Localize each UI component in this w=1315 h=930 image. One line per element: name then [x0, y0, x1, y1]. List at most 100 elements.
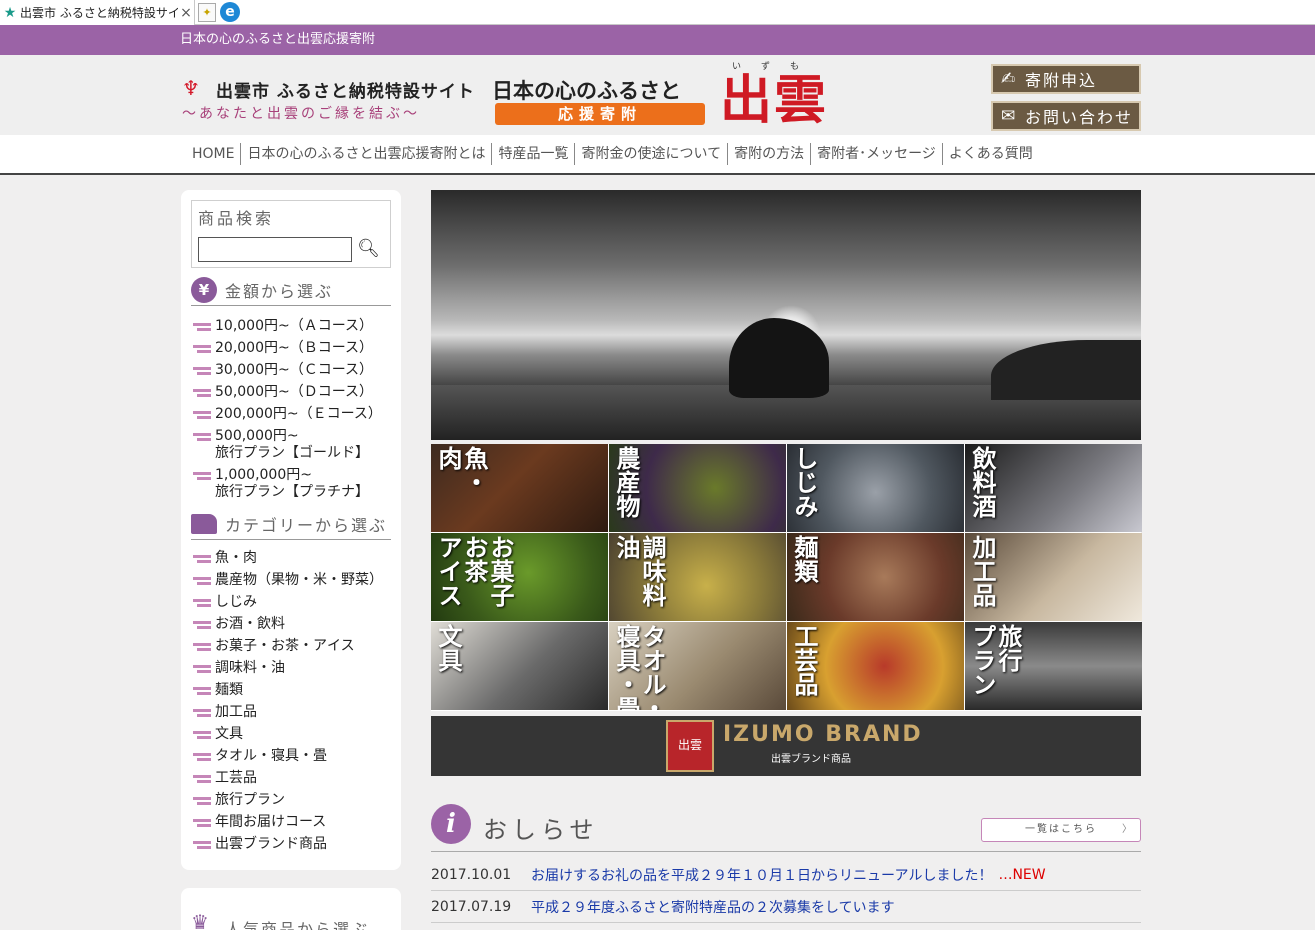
list-bullet-icon [191, 770, 215, 787]
news-item[interactable]: 2017.10.01 お届けするお礼の品を平成２９年１０月１日からリニューアルしま… [431, 859, 1141, 891]
category-tile-label: タオル・ 寝具・畳 [612, 624, 667, 710]
sidebar-list-item[interactable]: 文具 [191, 726, 396, 743]
izumo-brand-logo: 出雲 [666, 720, 714, 772]
list-bullet-icon [191, 318, 215, 335]
mail-icon: ✉ [1001, 106, 1018, 126]
sidebar-list-item[interactable]: お酒・飲料 [191, 616, 396, 633]
sidebar-list-label: 農産物（果物・米・野菜） [215, 572, 383, 588]
sidebar-list-item[interactable]: 加工品 [191, 704, 396, 721]
contact-button[interactable]: ✉ お問い合わせ [991, 101, 1141, 131]
category-tile[interactable]: お菓子 お茶 アイス [431, 533, 608, 621]
category-tile-label: 加工品 [968, 535, 997, 607]
category-tile[interactable]: 文具 [431, 622, 608, 710]
category-tile-label: 工芸品 [790, 624, 819, 696]
sidebar-list-label: 30,000円~（Ｃコース） [215, 362, 374, 378]
sidebar-list-label: 工芸品 [215, 770, 257, 786]
category-tile[interactable]: タオル・ 寝具・畳 [609, 622, 786, 710]
news-more-button[interactable]: 一覧はこちら [981, 818, 1141, 842]
price-section-title: 金額から選ぶ [225, 281, 334, 301]
banner-sub-text: 出雲ブランド商品 [771, 754, 851, 765]
nav-item[interactable]: 特産品一覧 [492, 143, 576, 165]
sidebar-list-item[interactable]: 200,000円~（Ｅコース） [191, 406, 396, 423]
sidebar-list-label: 文具 [215, 726, 243, 742]
brand-title: 日本の心のふるさと 応援寄附 いずも 出雲 [492, 62, 842, 129]
sidebar-list-label: タオル・寝具・畳 [215, 748, 327, 764]
sidebar-list-item[interactable]: 年間お届けコース [191, 814, 396, 831]
sidebar-list-label: しじみ [215, 594, 257, 610]
logo-title: 出雲市 ふるさと納税特設サイト [216, 82, 475, 102]
news-header: i おしらせ 一覧はこちら [431, 800, 1141, 852]
new-tab-icon[interactable]: ✦ [198, 3, 216, 22]
sidebar-list-item[interactable]: 旅行プラン [191, 792, 396, 809]
sidebar-list-item[interactable]: 1,000,000円~ 旅行プラン【プラチナ】 [191, 467, 396, 501]
tab-title: 出雲市 ふるさと納税特設サイト [20, 6, 178, 20]
list-bullet-icon [191, 836, 215, 853]
nav-item[interactable]: 寄附者･メッセージ [811, 143, 943, 165]
sidebar-list-item[interactable]: 50,000円~（Ｄコース） [191, 384, 396, 401]
nav-item[interactable]: よくある質問 [943, 143, 1039, 165]
category-tile-label: 農産物 [612, 446, 641, 518]
sidebar-list-item[interactable]: 農産物（果物・米・野菜） [191, 572, 396, 589]
category-tile[interactable]: 工芸品 [787, 622, 964, 710]
category-tile[interactable]: しじみ [787, 444, 964, 532]
hero-image[interactable] [431, 190, 1141, 440]
close-tab-icon[interactable]: × [178, 5, 194, 21]
category-tile[interactable]: 農産物 [609, 444, 786, 532]
list-bullet-icon [191, 814, 215, 831]
nav-item[interactable]: 寄附金の使途について [575, 143, 729, 165]
sidebar-list-item[interactable]: 500,000円~ 旅行プラン【ゴールド】 [191, 428, 396, 462]
sidebar-list-item[interactable]: しじみ [191, 594, 396, 611]
category-tile[interactable]: 調味料 油 [609, 533, 786, 621]
star-favicon-icon: ★ [3, 4, 17, 21]
logo-subtitle: ～あなたと出雲のご縁を結ぶ～ [182, 106, 420, 122]
sidebar-list-item[interactable]: 麺類 [191, 682, 396, 699]
sidebar-list-label: 加工品 [215, 704, 257, 720]
sidebar-list-label: 50,000円~（Ｄコース） [215, 384, 374, 400]
donation-apply-button[interactable]: ✍ 寄附申込 [991, 64, 1141, 94]
category-tile[interactable]: 旅行 プラン [965, 622, 1142, 710]
pen-paper-icon: ✍ [1001, 69, 1018, 89]
sidebar-list-label: お酒・飲料 [215, 616, 285, 632]
top-banner-bar: 日本の心のふるさと出雲応援寄附 [0, 25, 1315, 55]
category-tile[interactable]: 魚・ 肉 [431, 444, 608, 532]
sidebar-list-item[interactable]: 調味料・油 [191, 660, 396, 677]
news-text[interactable]: お届けするお礼の品を平成２９年１０月１日からリニューアルしました！ [531, 865, 992, 885]
category-tile[interactable]: 飲料酒 [965, 444, 1142, 532]
sidebar-list-item[interactable]: 魚・肉 [191, 550, 396, 567]
product-search: 商品検索 🔍︎ [191, 200, 391, 268]
browser-tab[interactable]: ★ 出雲市 ふるさと納税特設サイト × [0, 0, 195, 25]
category-tile[interactable]: 麺類 [787, 533, 964, 621]
category-tile[interactable]: 加工品 [965, 533, 1142, 621]
nav-item[interactable]: 日本の心のふるさと出雲応援寄附とは [241, 143, 493, 165]
sidebar-list-item[interactable]: 出雲ブランド商品 [191, 836, 396, 853]
search-input[interactable] [198, 237, 352, 262]
sidebar-list-label: 出雲ブランド商品 [215, 836, 327, 852]
contact-label: お問い合わせ [1025, 108, 1134, 127]
popular-section-title: 人気商品から選ぶ [225, 920, 370, 930]
brand-line1: 日本の心のふるさと [492, 79, 681, 103]
nav-item[interactable]: 寄附の方法 [728, 143, 812, 165]
sidebar-list-item[interactable]: 30,000円~（Ｃコース） [191, 362, 396, 379]
brand-orange-label: 応援寄附 [495, 103, 705, 125]
sidebar-list-item[interactable]: お菓子・お茶・アイス [191, 638, 396, 655]
nav-item[interactable]: HOME [186, 143, 242, 165]
sidebar-list-item[interactable]: 10,000円~（Ａコース） [191, 318, 396, 335]
sidebar-list-item[interactable]: 工芸品 [191, 770, 396, 787]
sidebar-list-item[interactable]: 20,000円~（Ｂコース） [191, 340, 396, 357]
search-icon[interactable]: 🔍︎ [357, 238, 380, 259]
ie-browser-icon[interactable]: e [220, 2, 240, 22]
list-bullet-icon [191, 682, 215, 699]
izumo-brand-banner[interactable]: 出雲 IZUMO BRAND 出雲ブランド商品 [431, 716, 1141, 776]
list-bullet-icon [191, 406, 215, 423]
sidebar-list-item[interactable]: タオル・寝具・畳 [191, 748, 396, 765]
list-bullet-icon [191, 384, 215, 401]
list-bullet-icon [191, 726, 215, 743]
sidebar-list-label: 魚・肉 [215, 550, 257, 566]
category-tile-label: お菓子 お茶 アイス [434, 535, 515, 607]
news-text[interactable]: 平成２９年度ふるさと寄附特産品の２次募集をしています [531, 897, 895, 917]
hero-hill [991, 340, 1141, 400]
news-item[interactable]: 2017.07.19 平成２９年度ふるさと寄附特産品の２次募集をしています [431, 891, 1141, 923]
list-bullet-icon [191, 428, 215, 445]
category-tile-label: 飲料酒 [968, 446, 997, 518]
list-bullet-icon [191, 616, 215, 633]
